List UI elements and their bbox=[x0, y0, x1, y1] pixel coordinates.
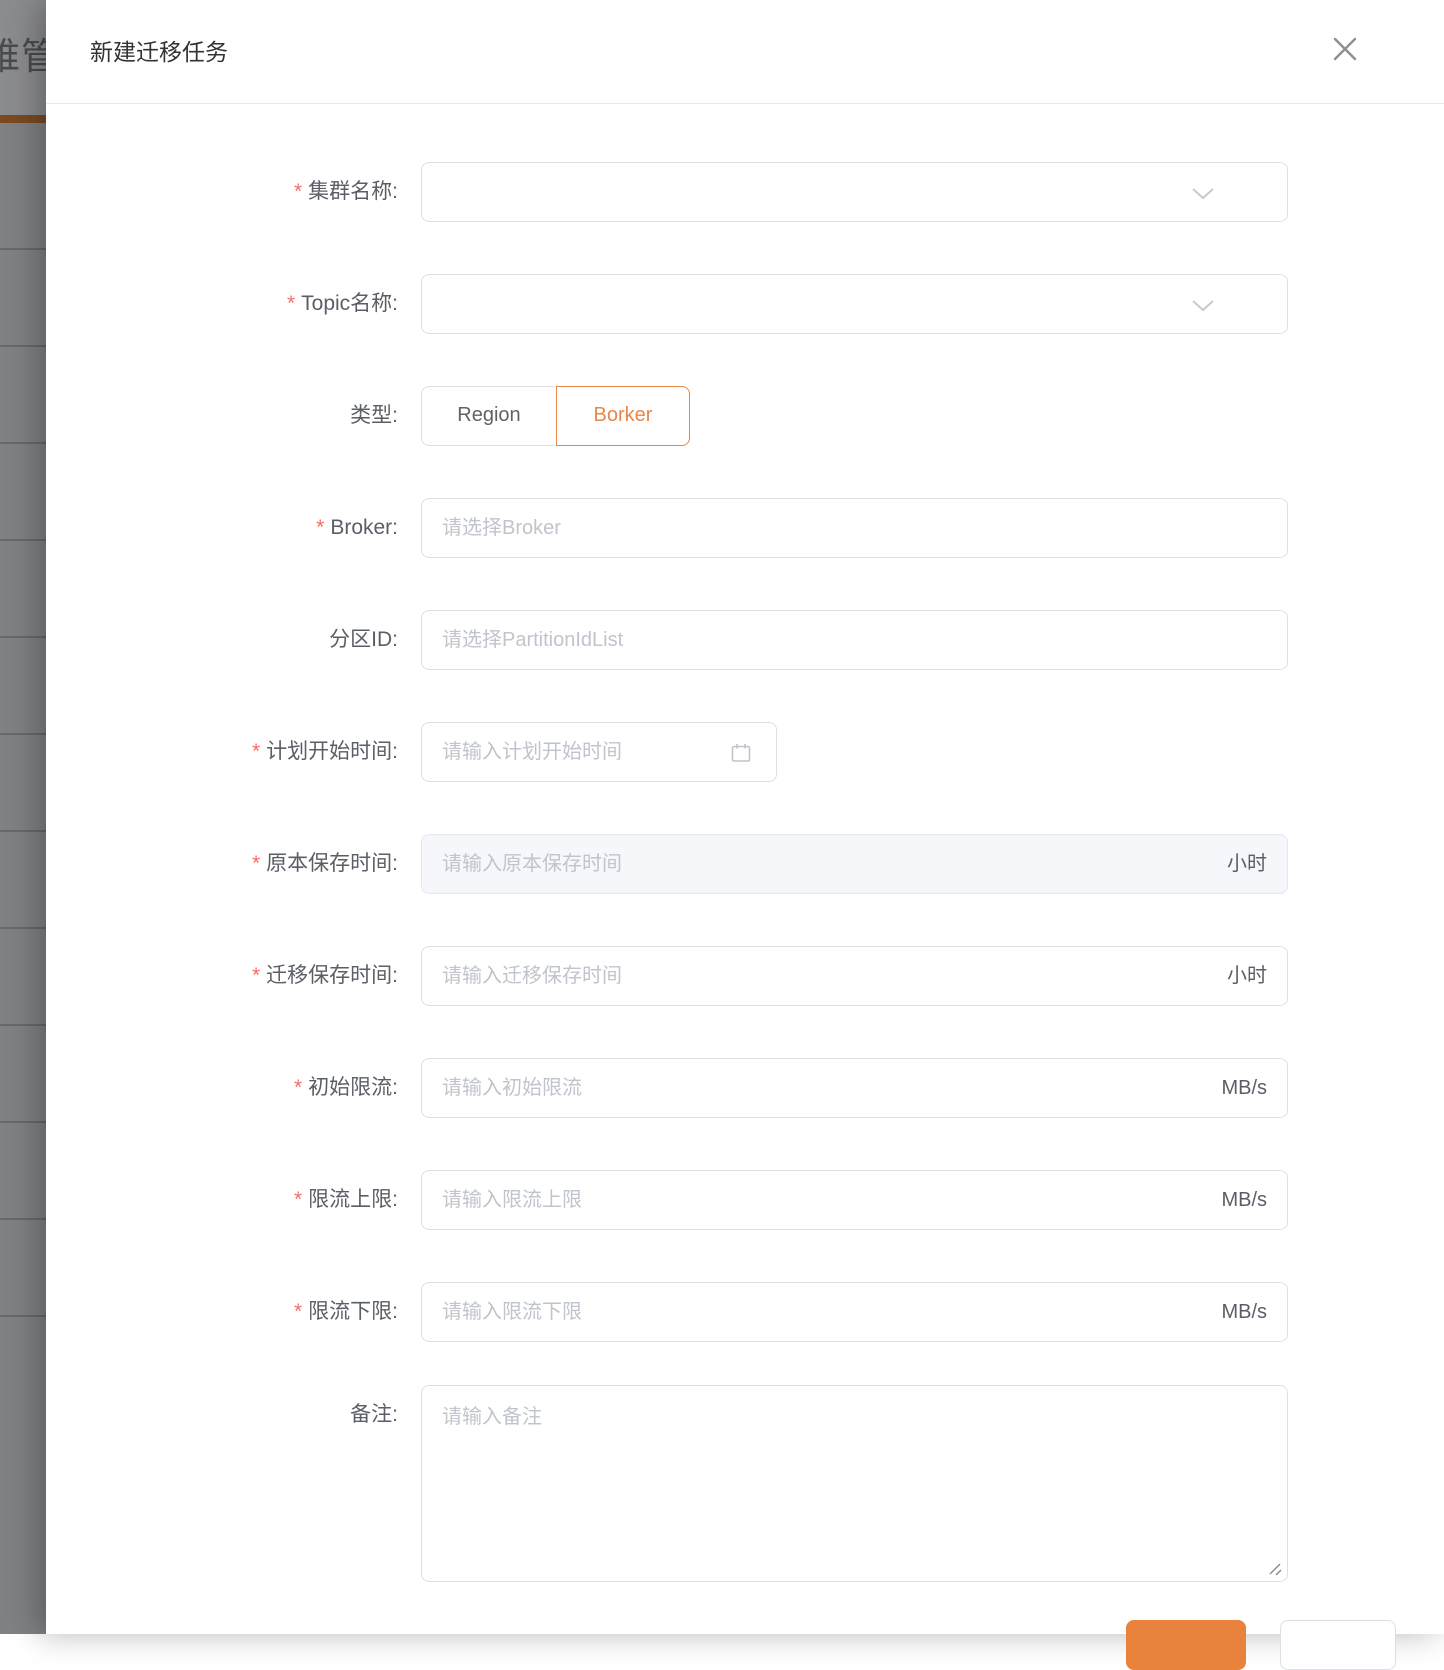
type-option-borker[interactable]: Borker bbox=[556, 386, 690, 446]
start-time-label: *计划开始时间: bbox=[46, 722, 398, 782]
dimmed-background-page: 维管理 bbox=[0, 0, 46, 1634]
start-time-input[interactable] bbox=[422, 723, 776, 781]
resize-handle-icon[interactable] bbox=[1266, 1560, 1284, 1578]
initial-limit-row: *初始限流: MB/s bbox=[46, 1058, 1444, 1118]
modal-header: 新建迁移任务 bbox=[46, 0, 1444, 104]
partition-id-input[interactable] bbox=[422, 611, 1287, 669]
remark-field-wrap bbox=[421, 1385, 1288, 1582]
lower-limit-row: *限流下限: MB/s bbox=[46, 1282, 1444, 1342]
background-table-rows bbox=[0, 153, 46, 1385]
unit-suffix: 小时 bbox=[1227, 947, 1267, 1007]
calendar-icon[interactable] bbox=[730, 742, 752, 764]
modal-title: 新建迁移任务 bbox=[90, 33, 228, 67]
original-retention-row: *原本保存时间: 小时 bbox=[46, 834, 1444, 894]
migration-retention-input[interactable] bbox=[422, 947, 1287, 1005]
remark-textarea[interactable] bbox=[422, 1386, 1287, 1581]
chevron-down-icon bbox=[1191, 299, 1215, 312]
unit-suffix: MB/s bbox=[1221, 1059, 1267, 1119]
required-asterisk: * bbox=[294, 1188, 302, 1211]
close-icon bbox=[1330, 34, 1360, 64]
cluster-name-select[interactable] bbox=[421, 162, 1288, 222]
broker-label: *Broker: bbox=[46, 498, 398, 558]
lower-limit-label: *限流下限: bbox=[46, 1282, 398, 1342]
unit-suffix: MB/s bbox=[1221, 1283, 1267, 1343]
chevron-down-icon bbox=[1191, 187, 1215, 200]
initial-limit-input[interactable] bbox=[422, 1059, 1287, 1117]
new-migration-task-modal: 新建迁移任务 *集群名称: *Topic名称: 类型: Region Borke… bbox=[46, 0, 1444, 1634]
migration-retention-row: *迁移保存时间: 小时 bbox=[46, 946, 1444, 1006]
close-button[interactable] bbox=[1328, 32, 1362, 66]
original-retention-input bbox=[422, 835, 1287, 893]
required-asterisk: * bbox=[252, 740, 260, 763]
required-asterisk: * bbox=[287, 292, 295, 315]
partition-id-row: 分区ID: bbox=[46, 610, 1444, 670]
background-accent-bar bbox=[0, 115, 46, 123]
type-label: 类型: bbox=[46, 386, 398, 446]
topic-name-label: *Topic名称: bbox=[46, 274, 398, 334]
required-asterisk: * bbox=[252, 852, 260, 875]
background-header-text: 维管理 bbox=[0, 26, 46, 80]
initial-limit-field-wrap: MB/s bbox=[421, 1058, 1288, 1118]
migration-retention-label: *迁移保存时间: bbox=[46, 946, 398, 1006]
migration-retention-field-wrap: 小时 bbox=[421, 946, 1288, 1006]
remark-label: 备注: bbox=[46, 1385, 398, 1445]
initial-limit-label: *初始限流: bbox=[46, 1058, 398, 1118]
start-time-row: *计划开始时间: bbox=[46, 722, 1444, 782]
required-asterisk: * bbox=[294, 1300, 302, 1323]
broker-input[interactable] bbox=[422, 499, 1287, 557]
upper-limit-input[interactable] bbox=[422, 1171, 1287, 1229]
original-retention-field-wrap: 小时 bbox=[421, 834, 1288, 894]
required-asterisk: * bbox=[316, 516, 324, 539]
required-asterisk: * bbox=[294, 180, 302, 203]
unit-suffix: MB/s bbox=[1221, 1171, 1267, 1231]
topic-name-row: *Topic名称: bbox=[46, 274, 1444, 334]
type-option-region[interactable]: Region bbox=[421, 386, 557, 446]
broker-row: *Broker: bbox=[46, 498, 1444, 558]
required-asterisk: * bbox=[252, 964, 260, 987]
background-page-header: 维管理 bbox=[0, 0, 46, 115]
upper-limit-field-wrap: MB/s bbox=[421, 1170, 1288, 1230]
lower-limit-field-wrap: MB/s bbox=[421, 1282, 1288, 1342]
upper-limit-row: *限流上限: MB/s bbox=[46, 1170, 1444, 1230]
upper-limit-label: *限流上限: bbox=[46, 1170, 398, 1230]
cancel-button[interactable] bbox=[1280, 1620, 1396, 1670]
required-asterisk: * bbox=[294, 1076, 302, 1099]
partition-id-field-wrap bbox=[421, 610, 1288, 670]
type-row: 类型: Region Borker bbox=[46, 386, 1444, 446]
topic-name-select[interactable] bbox=[421, 274, 1288, 334]
unit-suffix: 小时 bbox=[1227, 835, 1267, 895]
partition-id-label: 分区ID: bbox=[46, 610, 398, 670]
original-retention-label: *原本保存时间: bbox=[46, 834, 398, 894]
start-time-field-wrap bbox=[421, 722, 777, 782]
cluster-name-label: *集群名称: bbox=[46, 162, 398, 222]
lower-limit-input[interactable] bbox=[422, 1283, 1287, 1341]
cluster-name-row: *集群名称: bbox=[46, 162, 1444, 222]
confirm-button[interactable] bbox=[1126, 1620, 1246, 1670]
broker-field-wrap bbox=[421, 498, 1288, 558]
